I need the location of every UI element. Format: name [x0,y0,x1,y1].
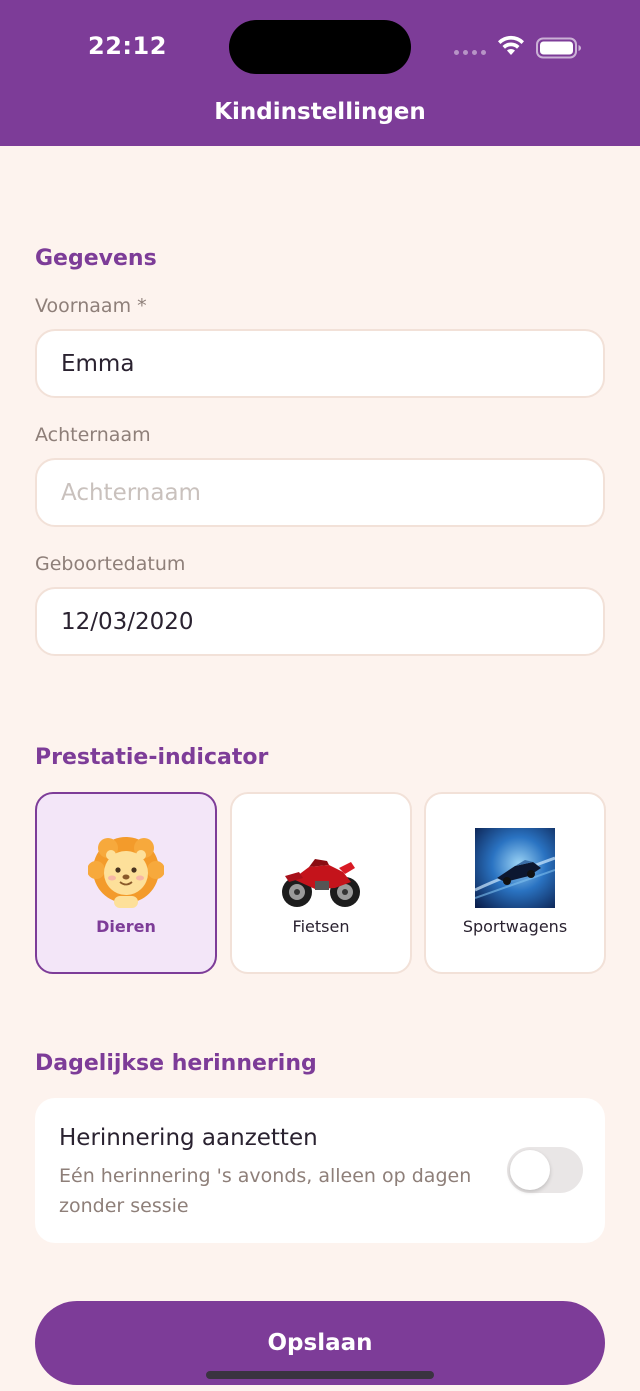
indicator-option-sportwagens[interactable]: Sportwagens [424,792,606,974]
section-title-reminder: Dagelijkse herinnering [35,1051,317,1076]
sportscar-icon [475,828,555,908]
last-name-label: Achternaam [35,424,151,446]
first-name-field[interactable]: Emma [35,329,605,398]
indicator-option-fietsen[interactable]: Fietsen [230,792,412,974]
battery-icon [536,37,581,59]
reminder-toggle[interactable] [507,1147,583,1193]
indicator-option-dieren[interactable]: Dieren [35,792,217,974]
page-title: Kindinstellingen [214,99,426,125]
reminder-title: Herinnering aanzetten [59,1125,318,1151]
reminder-card: Herinnering aanzetten Eén herinnering 's… [35,1098,605,1243]
status-time: 22:12 [88,32,167,60]
signal-dots-icon [454,50,486,55]
dynamic-island [229,20,411,74]
app-header: 22:12 Kindinstellingen [0,0,640,146]
first-name-label: Voornaam * [35,295,147,317]
indicator-label-dieren: Dieren [96,917,156,936]
birth-date-label: Geboortedatum [35,553,186,575]
section-title-indicator: Prestatie-indicator [35,745,269,770]
last-name-field[interactable]: Achternaam [35,458,605,527]
indicator-label-fietsen: Fietsen [292,917,350,936]
section-title-details: Gegevens [35,246,157,271]
indicator-label-sportwagens: Sportwagens [462,917,568,936]
toggle-knob [510,1150,550,1190]
wifi-icon [498,35,524,55]
birth-date-field[interactable]: 12/03/2020 [35,587,605,656]
reminder-description: Eén herinnering 's avonds, alleen op dag… [59,1165,472,1217]
home-indicator [206,1371,434,1379]
lion-icon [88,837,164,908]
motorcycle-icon [282,859,360,907]
